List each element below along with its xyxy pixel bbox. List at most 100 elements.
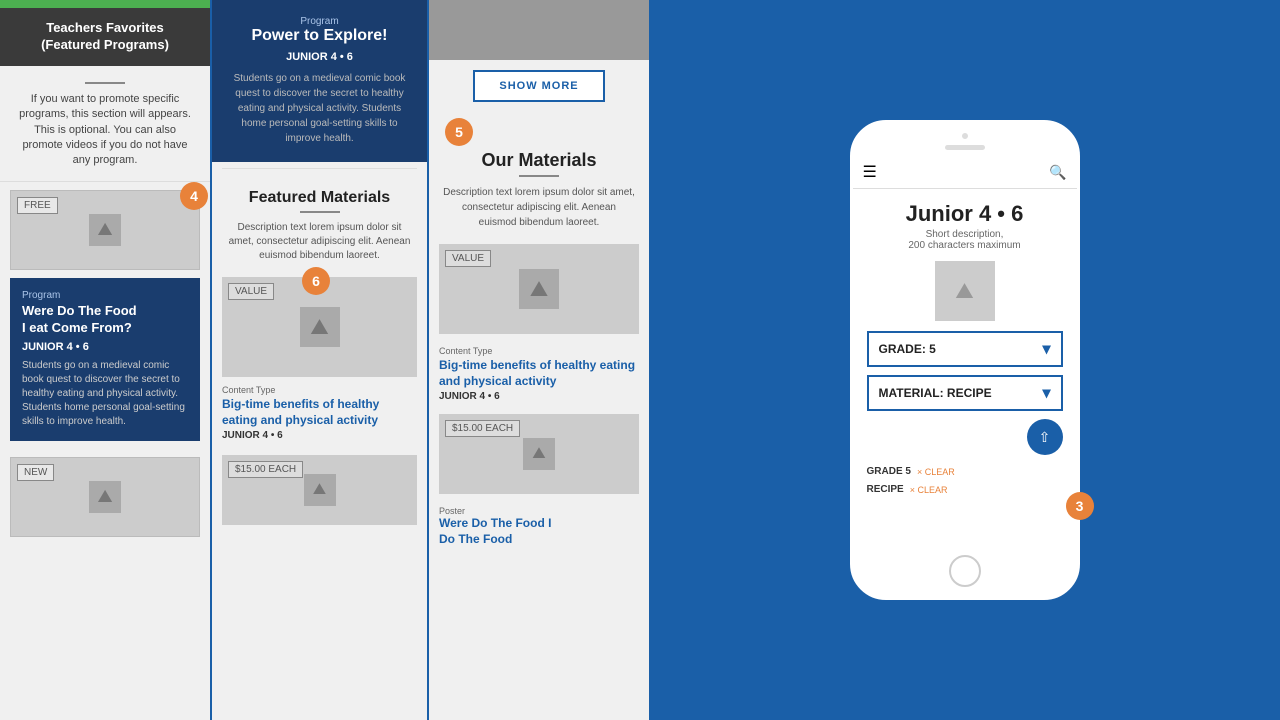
badge-4-label: 4 <box>190 188 198 204</box>
show-more-button[interactable]: SHOW MORE <box>473 70 604 102</box>
phone-subtitle-text: Short description, 200 characters maximu… <box>867 229 1063 251</box>
panel3-value-card: VALUE ⛰ <box>439 244 639 334</box>
section-featured-materials: Featured Materials Description text lore… <box>212 175 427 271</box>
badge-5: 5 <box>445 118 473 146</box>
filter-recipe-row: RECIPE × CLEAR <box>867 481 1063 499</box>
phone-nav-bar: ☰ 🔍 <box>853 156 1077 189</box>
our-materials-title: Our Materials <box>443 150 635 171</box>
program-desc: Students go on a medieval comic book que… <box>22 359 188 429</box>
panel3-price-tag: $15.00 EACH <box>445 420 520 437</box>
grade-dropdown-label: GRADE: 5 <box>879 342 936 356</box>
program-title: Were Do The Food I eat Come From? <box>22 303 188 337</box>
filter-recipe-label: RECIPE <box>867 481 904 499</box>
panel2-program-grade: JUNIOR 4 • 6 <box>226 51 413 63</box>
badge6-wrap: 6 VALUE ⛰ <box>222 277 417 377</box>
phone-screen: ☰ 🔍 Junior 4 • 6 Short description, 200 … <box>853 156 1077 545</box>
value-card-image: ⛰ <box>300 307 340 347</box>
panel3-material-info: Content Type Big-time benefits of health… <box>429 340 649 408</box>
phone-subtitle: Short description, 200 characters maximu… <box>867 229 1063 251</box>
phone-title: Junior 4 • 6 <box>867 201 1063 227</box>
panel-our-materials: SHOW MORE 5 Our Materials Description te… <box>429 0 649 720</box>
price-tag: $15.00 EACH <box>228 461 303 478</box>
phone-speaker <box>945 145 985 150</box>
panel1-description: If you want to promote specific programs… <box>0 66 210 182</box>
grade-dropdown[interactable]: GRADE: 5 ▾ <box>867 331 1063 367</box>
filter-grade-label: GRADE 5 <box>867 463 911 481</box>
panel3-value-image: ⛰ <box>519 269 559 309</box>
content-title: Big-time benefits of healthy eating and … <box>222 397 417 428</box>
phone-content: Junior 4 • 6 Short description, 200 char… <box>853 189 1077 545</box>
teachers-favorites-title: Teachers Favorites (Featured Programs) <box>41 20 169 52</box>
free-card-image: ⛰ <box>89 214 121 246</box>
new-card-image: ⛰ <box>89 481 121 513</box>
panel3-price-card: $15.00 EACH ⛰ <box>439 414 639 494</box>
phone-bottom-bar <box>853 545 1077 597</box>
green-strip <box>0 0 210 8</box>
share-icon: ⇧ <box>1039 429 1051 446</box>
card-free: FREE ⛰ <box>10 190 200 270</box>
phone-image-placeholder: ⛰ <box>935 261 995 321</box>
divider <box>222 168 417 169</box>
badge-3-label: 3 <box>1076 498 1084 514</box>
panel3-poster-title: Were Do The Food I Do The Food <box>439 516 639 547</box>
section-underline <box>300 211 340 213</box>
filter-grade-row: GRADE 5 × CLEAR <box>867 463 1063 481</box>
phone-top-bar <box>853 123 1077 156</box>
content-grade: JUNIOR 4 • 6 <box>222 430 417 441</box>
panel-featured-programs: Program Power to Explore! JUNIOR 4 • 6 S… <box>212 0 427 720</box>
badge-6-label: 6 <box>312 273 320 289</box>
panel3-content-grade: JUNIOR 4 • 6 <box>439 391 639 402</box>
program-grade: JUNIOR 4 • 6 <box>22 341 188 353</box>
phone-home-button[interactable] <box>949 555 981 587</box>
panel3-content-title: Big-time benefits of healthy eating and … <box>439 358 639 389</box>
program-label: Program <box>22 290 188 301</box>
new-tag: NEW <box>17 464 54 481</box>
content-type-label: Content Type <box>222 385 417 395</box>
price-tag-label: $15.00 EACH <box>235 464 296 475</box>
search-icon[interactable]: 🔍 <box>1049 164 1066 181</box>
badge-3: 3 <box>1066 492 1094 520</box>
filter-grade-clear[interactable]: × CLEAR <box>917 464 955 480</box>
panel2-dark-program: Program Power to Explore! JUNIOR 4 • 6 S… <box>212 0 427 162</box>
featured-desc: Description text lorem ipsum dolor sit a… <box>226 221 413 263</box>
program-title-text: Were Do The Food I eat Come From? <box>22 303 137 335</box>
underline-decoration <box>85 82 125 84</box>
card-material-info: Content Type Big-time benefits of health… <box>212 377 427 449</box>
panel2-program-label: Program <box>226 16 413 27</box>
panel3-poster-info: Poster Were Do The Food I Do The Food <box>429 500 649 553</box>
show-more-label: SHOW MORE <box>499 80 578 92</box>
card-new: NEW ⛰ <box>10 457 200 537</box>
filter-recipe-clear[interactable]: × CLEAR <box>910 482 948 498</box>
our-materials-desc: Description text lorem ipsum dolor sit a… <box>443 185 635 230</box>
panel1-desc-text: If you want to promote specific programs… <box>19 93 191 167</box>
featured-title: Featured Materials <box>226 189 413 207</box>
free-tag: FREE <box>17 197 58 214</box>
value-tag-label: VALUE <box>235 286 267 297</box>
badge5-wrap: 5 <box>429 112 649 146</box>
panel2-program-desc: Students go on a medieval comic book que… <box>226 71 413 146</box>
price-card-image: ⛰ <box>304 474 336 506</box>
panel3-poster-label: Poster <box>439 506 639 516</box>
our-materials-underline <box>519 175 559 177</box>
share-button[interactable]: ⇧ <box>1027 419 1063 455</box>
panel3-value-tag: VALUE <box>445 250 491 267</box>
panel3-top-image <box>429 0 649 60</box>
material-dropdown-label: MATERIAL: RECIPE <box>879 386 992 400</box>
material-dropdown[interactable]: MATERIAL: RECIPE ▾ <box>867 375 1063 411</box>
new-tag-label: NEW <box>24 467 47 478</box>
panel3-value-tag-label: VALUE <box>452 253 484 264</box>
panel-teachers-favorites: Teachers Favorites (Featured Programs) I… <box>0 0 210 720</box>
phone-camera <box>960 131 970 141</box>
panel3-content-type: Content Type <box>439 346 639 356</box>
our-materials-section: Our Materials Description text lorem ips… <box>429 146 649 238</box>
badge-6: 6 <box>302 267 330 295</box>
card-program: Program Were Do The Food I eat Come From… <box>10 278 200 441</box>
material-dropdown-arrow: ▾ <box>1042 383 1050 403</box>
panel3-price-image: ⛰ <box>523 438 555 470</box>
free-tag-label: FREE <box>24 200 51 211</box>
phone-filters: GRADE 5 × CLEAR RECIPE × CLEAR <box>867 463 1063 499</box>
hamburger-icon[interactable]: ☰ <box>863 162 877 182</box>
value-tag: VALUE <box>228 283 274 300</box>
badge-5-label: 5 <box>455 124 463 140</box>
show-more-section[interactable]: SHOW MORE <box>429 60 649 112</box>
